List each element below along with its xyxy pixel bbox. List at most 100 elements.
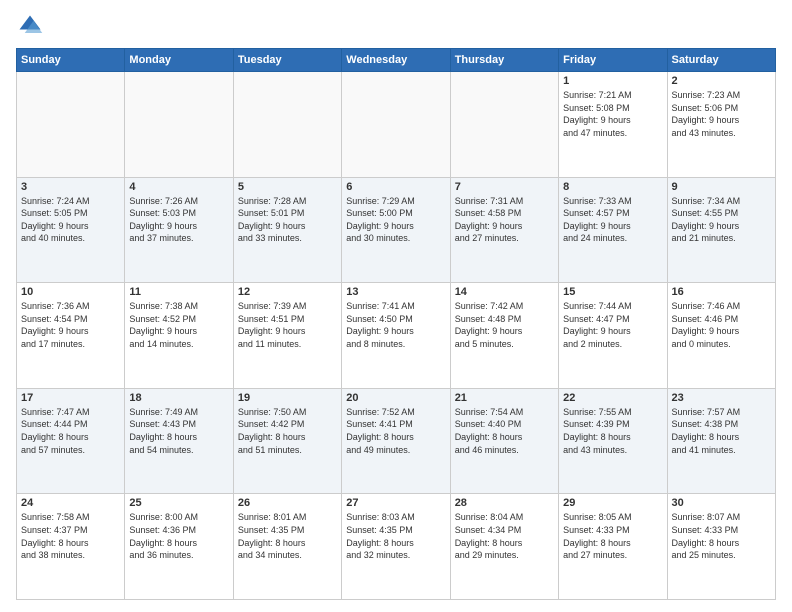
day-cell: 26 Sunrise: 8:01 AM Sunset: 4:35 PM Dayli…: [233, 494, 341, 600]
day-info: Sunrise: 7:29 AM Sunset: 5:00 PM Dayligh…: [346, 195, 445, 245]
day-info: Sunrise: 7:33 AM Sunset: 4:57 PM Dayligh…: [563, 195, 662, 245]
week-row-3: 10Sunrise: 7:36 AM Sunset: 4:54 PM Dayli…: [17, 283, 776, 389]
day-number: 8: [563, 181, 662, 193]
day-cell: 6Sunrise: 7:29 AM Sunset: 5:00 PM Daylig…: [342, 177, 450, 283]
day-info: Sunrise: 7:49 AM Sunset: 4:43 PM Dayligh…: [129, 406, 228, 456]
day-number: 28: [455, 497, 554, 509]
day-number: 25: [129, 497, 228, 509]
day-cell: 22 Sunrise: 7:55 AM Sunset: 4:39 PM Dayli…: [559, 388, 667, 494]
day-cell: 18 Sunrise: 7:49 AM Sunset: 4:43 PM Dayli…: [125, 388, 233, 494]
weekday-header-thursday: Thursday: [450, 49, 558, 72]
day-cell: 24 Sunrise: 7:58 AM Sunset: 4:37 PM Dayli…: [17, 494, 125, 600]
day-number: 1: [563, 75, 662, 87]
day-info: Sunrise: 7:36 AM Sunset: 4:54 PM Dayligh…: [21, 300, 120, 350]
day-number: 15: [563, 286, 662, 298]
day-info: Sunrise: 7:28 AM Sunset: 5:01 PM Dayligh…: [238, 195, 337, 245]
day-cell: 15 Sunrise: 7:44 AM Sunset: 4:47 PM Dayli…: [559, 283, 667, 389]
day-info: Sunrise: 7:42 AM Sunset: 4:48 PM Dayligh…: [455, 300, 554, 350]
day-cell: 27Sunrise: 8:03 AM Sunset: 4:35 PM Dayli…: [342, 494, 450, 600]
day-info: Sunrise: 7:23 AM Sunset: 5:06 PM Dayligh…: [672, 89, 771, 139]
day-number: 7: [455, 181, 554, 193]
weekday-header-saturday: Saturday: [667, 49, 775, 72]
day-info: Sunrise: 7:31 AM Sunset: 4:58 PM Dayligh…: [455, 195, 554, 245]
weekday-header-friday: Friday: [559, 49, 667, 72]
weekday-header-row: SundayMondayTuesdayWednesdayThursdayFrid…: [17, 49, 776, 72]
day-cell: 19 Sunrise: 7:50 AM Sunset: 4:42 PM Dayli…: [233, 388, 341, 494]
day-cell: [233, 72, 341, 178]
day-cell: 28 Sunrise: 8:04 AM Sunset: 4:34 PM Dayli…: [450, 494, 558, 600]
day-number: 20: [346, 392, 445, 404]
logo-icon: [16, 12, 44, 40]
day-number: 23: [672, 392, 771, 404]
day-cell: 7 Sunrise: 7:31 AM Sunset: 4:58 PM Daylig…: [450, 177, 558, 283]
day-cell: [17, 72, 125, 178]
weekday-header-sunday: Sunday: [17, 49, 125, 72]
day-number: 26: [238, 497, 337, 509]
page: SundayMondayTuesdayWednesdayThursdayFrid…: [0, 0, 792, 612]
day-number: 18: [129, 392, 228, 404]
day-cell: 25 Sunrise: 8:00 AM Sunset: 4:36 PM Dayli…: [125, 494, 233, 600]
day-info: Sunrise: 7:47 AM Sunset: 4:44 PM Dayligh…: [21, 406, 120, 456]
day-cell: 10Sunrise: 7:36 AM Sunset: 4:54 PM Dayli…: [17, 283, 125, 389]
day-number: 4: [129, 181, 228, 193]
day-cell: 20 Sunrise: 7:52 AM Sunset: 4:41 PM Dayli…: [342, 388, 450, 494]
day-number: 30: [672, 497, 771, 509]
day-cell: [450, 72, 558, 178]
day-info: Sunrise: 8:07 AM Sunset: 4:33 PM Dayligh…: [672, 511, 771, 561]
day-info: Sunrise: 8:05 AM Sunset: 4:33 PM Dayligh…: [563, 511, 662, 561]
day-info: Sunrise: 7:58 AM Sunset: 4:37 PM Dayligh…: [21, 511, 120, 561]
day-info: Sunrise: 7:54 AM Sunset: 4:40 PM Dayligh…: [455, 406, 554, 456]
day-info: Sunrise: 7:21 AM Sunset: 5:08 PM Dayligh…: [563, 89, 662, 139]
day-number: 17: [21, 392, 120, 404]
day-number: 2: [672, 75, 771, 87]
day-number: 9: [672, 181, 771, 193]
day-cell: 5 Sunrise: 7:28 AM Sunset: 5:01 PM Daylig…: [233, 177, 341, 283]
day-info: Sunrise: 7:57 AM Sunset: 4:38 PM Dayligh…: [672, 406, 771, 456]
day-number: 29: [563, 497, 662, 509]
day-info: Sunrise: 8:00 AM Sunset: 4:36 PM Dayligh…: [129, 511, 228, 561]
day-number: 13: [346, 286, 445, 298]
day-cell: 14 Sunrise: 7:42 AM Sunset: 4:48 PM Dayli…: [450, 283, 558, 389]
day-info: Sunrise: 7:44 AM Sunset: 4:47 PM Dayligh…: [563, 300, 662, 350]
day-cell: [342, 72, 450, 178]
logo: [16, 12, 48, 40]
day-cell: 23 Sunrise: 7:57 AM Sunset: 4:38 PM Dayli…: [667, 388, 775, 494]
day-number: 19: [238, 392, 337, 404]
day-number: 27: [346, 497, 445, 509]
day-info: Sunrise: 7:39 AM Sunset: 4:51 PM Dayligh…: [238, 300, 337, 350]
day-number: 14: [455, 286, 554, 298]
header: [16, 12, 776, 40]
day-cell: 17 Sunrise: 7:47 AM Sunset: 4:44 PM Dayli…: [17, 388, 125, 494]
week-row-2: 3 Sunrise: 7:24 AM Sunset: 5:05 PM Daylig…: [17, 177, 776, 283]
day-cell: 11 Sunrise: 7:38 AM Sunset: 4:52 PM Dayli…: [125, 283, 233, 389]
weekday-header-wednesday: Wednesday: [342, 49, 450, 72]
day-number: 16: [672, 286, 771, 298]
day-info: Sunrise: 7:26 AM Sunset: 5:03 PM Dayligh…: [129, 195, 228, 245]
day-info: Sunrise: 7:50 AM Sunset: 4:42 PM Dayligh…: [238, 406, 337, 456]
week-row-1: 1 Sunrise: 7:21 AM Sunset: 5:08 PM Daylig…: [17, 72, 776, 178]
day-cell: 9 Sunrise: 7:34 AM Sunset: 4:55 PM Daylig…: [667, 177, 775, 283]
day-info: Sunrise: 7:24 AM Sunset: 5:05 PM Dayligh…: [21, 195, 120, 245]
day-cell: 21Sunrise: 7:54 AM Sunset: 4:40 PM Dayli…: [450, 388, 558, 494]
day-number: 3: [21, 181, 120, 193]
day-info: Sunrise: 7:52 AM Sunset: 4:41 PM Dayligh…: [346, 406, 445, 456]
day-cell: 8 Sunrise: 7:33 AM Sunset: 4:57 PM Daylig…: [559, 177, 667, 283]
day-number: 12: [238, 286, 337, 298]
week-row-4: 17 Sunrise: 7:47 AM Sunset: 4:44 PM Dayli…: [17, 388, 776, 494]
day-number: 11: [129, 286, 228, 298]
day-cell: 29 Sunrise: 8:05 AM Sunset: 4:33 PM Dayli…: [559, 494, 667, 600]
day-number: 5: [238, 181, 337, 193]
day-cell: 30 Sunrise: 8:07 AM Sunset: 4:33 PM Dayli…: [667, 494, 775, 600]
day-info: Sunrise: 7:34 AM Sunset: 4:55 PM Dayligh…: [672, 195, 771, 245]
day-cell: 2 Sunrise: 7:23 AM Sunset: 5:06 PM Daylig…: [667, 72, 775, 178]
day-info: Sunrise: 7:38 AM Sunset: 4:52 PM Dayligh…: [129, 300, 228, 350]
day-number: 22: [563, 392, 662, 404]
day-cell: 1 Sunrise: 7:21 AM Sunset: 5:08 PM Daylig…: [559, 72, 667, 178]
day-cell: 12 Sunrise: 7:39 AM Sunset: 4:51 PM Dayli…: [233, 283, 341, 389]
day-info: Sunrise: 7:55 AM Sunset: 4:39 PM Dayligh…: [563, 406, 662, 456]
day-info: Sunrise: 8:01 AM Sunset: 4:35 PM Dayligh…: [238, 511, 337, 561]
day-info: Sunrise: 8:04 AM Sunset: 4:34 PM Dayligh…: [455, 511, 554, 561]
day-number: 24: [21, 497, 120, 509]
day-cell: [125, 72, 233, 178]
calendar-table: SundayMondayTuesdayWednesdayThursdayFrid…: [16, 48, 776, 600]
